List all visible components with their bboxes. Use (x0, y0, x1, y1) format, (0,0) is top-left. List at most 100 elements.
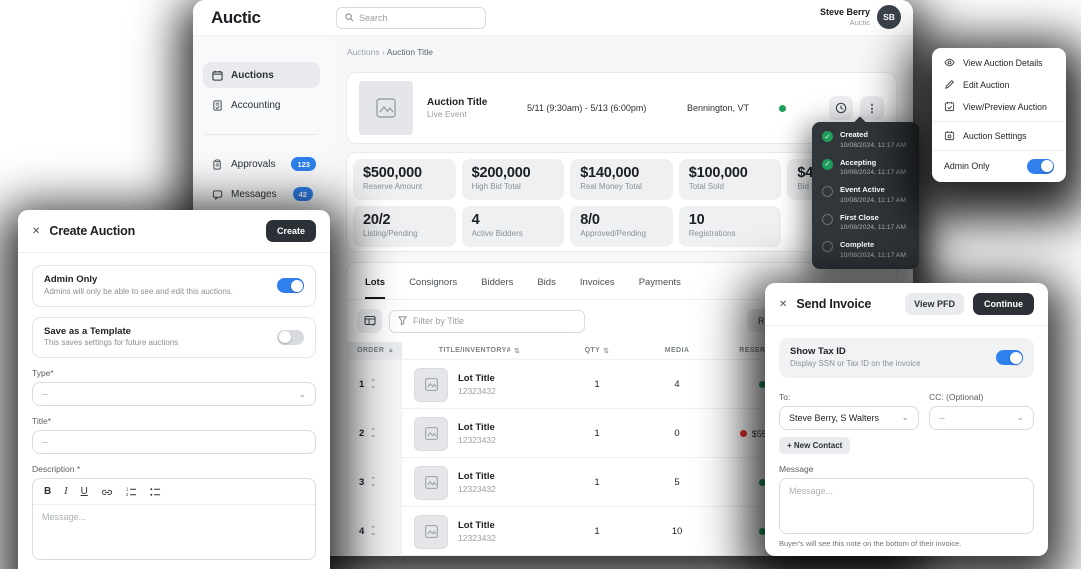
type-select[interactable]: --⌄ (32, 382, 316, 406)
auction-title: Auction Title (427, 96, 527, 109)
bold-button[interactable]: B (44, 486, 51, 497)
col-order[interactable]: ORDER▲ (347, 342, 402, 359)
sidebar-item-messages[interactable]: Messages 42 (203, 181, 320, 207)
ledger-icon (212, 100, 223, 111)
underline-button[interactable]: U (81, 486, 88, 497)
kebab-menu-button[interactable]: ⋮ (860, 96, 884, 120)
calendar-icon (212, 70, 223, 81)
check-circle-icon: ✓ (822, 159, 833, 170)
menu-item-auction-settings[interactable]: Auction Settings (932, 125, 1066, 147)
title-label: Title* (32, 416, 316, 426)
view-pfd-button[interactable]: View PFD (905, 293, 964, 315)
lot-media: 10 (637, 526, 717, 537)
message-label: Message (779, 464, 1034, 474)
sort-icon: ▲ (387, 347, 394, 354)
timeline-item: Complete10/08/2024, 11:17 AM (822, 240, 909, 261)
lot-inventory: 12323432 (458, 435, 496, 445)
chat-icon (212, 189, 223, 200)
save-template-toggle[interactable] (277, 330, 304, 345)
timeline-item: First Close10/08/2024, 11:17 AM (822, 213, 909, 234)
approvals-count-badge: 123 (291, 157, 316, 171)
menu-item-view-preview-auction[interactable]: View/Preview Auction (932, 96, 1066, 118)
tab-bidders[interactable]: Bidders (481, 277, 513, 299)
order-stepper[interactable]: ⌃⌄ (370, 381, 376, 389)
title-input[interactable] (32, 430, 316, 454)
breadcrumb-separator: › (382, 47, 385, 57)
funnel-icon (398, 312, 407, 330)
tab-consignors[interactable]: Consignors (409, 277, 457, 299)
to-label: To: (779, 392, 919, 402)
close-icon[interactable]: ✕ (779, 299, 787, 310)
sidebar-item-label: Approvals (231, 159, 275, 170)
search-box[interactable] (336, 7, 486, 29)
sidebar-item-label: Accounting (231, 100, 280, 111)
col-media[interactable]: MEDIA (637, 342, 717, 359)
eye-icon (944, 57, 955, 70)
auction-location: Bennington, VT (687, 103, 749, 113)
menu-admin-only-row: Admin Only (932, 154, 1066, 178)
user-menu[interactable]: Steve Berry Auctic SB (820, 5, 901, 29)
page: Auctic Steve Berry Auctic SB Auct (0, 0, 1081, 569)
sidebar-item-accounting[interactable]: Accounting (203, 92, 320, 118)
auction-subtitle: Live Event (427, 109, 527, 120)
invoice-message-textarea[interactable] (779, 478, 1034, 534)
app-logo: Auctic (211, 8, 261, 28)
lot-qty: 1 (557, 526, 637, 537)
admin-only-toggle[interactable] (1027, 159, 1054, 174)
richtext-toolbar: B I U 12 (33, 479, 315, 505)
lot-qty: 1 (557, 477, 637, 488)
stat-approved-pending: 8/0Approved/Pending (570, 206, 673, 247)
lot-title: Lot Title (458, 520, 496, 533)
order-stepper[interactable]: ⌃⌄ (370, 479, 376, 487)
col-qty[interactable]: QTY⇅ (557, 342, 637, 359)
tab-bids[interactable]: Bids (537, 277, 555, 299)
auction-image-placeholder (359, 81, 413, 135)
order-stepper[interactable]: ⌃⌄ (370, 430, 376, 438)
filter-box[interactable] (389, 310, 585, 333)
cc-select[interactable]: --⌄ (929, 406, 1034, 430)
column-settings-button[interactable] (357, 309, 382, 333)
new-contact-button[interactable]: + New Contact (779, 437, 850, 454)
lot-image-placeholder (414, 515, 448, 549)
create-button[interactable]: Create (266, 220, 316, 242)
timeline-clock-button[interactable] (829, 96, 853, 120)
to-select[interactable]: Steve Berry, S Walters⌄ (779, 406, 919, 430)
lot-media: 0 (637, 428, 717, 439)
description-editor: B I U 12 (32, 478, 316, 560)
close-icon[interactable]: ✕ (32, 226, 40, 237)
stat-active-bidders: 4Active Bidders (462, 206, 565, 247)
filter-input[interactable] (413, 316, 553, 326)
lot-qty: 1 (557, 428, 637, 439)
search-input[interactable] (359, 13, 459, 23)
menu-item-view-auction-details[interactable]: View Auction Details (932, 52, 1066, 74)
status-timeline-popup: ✓ Created10/08/2024, 11:17 AM ✓ Acceptin… (812, 122, 919, 269)
ordered-list-button[interactable]: 12 (126, 487, 137, 497)
menu-divider (932, 121, 1066, 122)
description-textarea[interactable] (33, 505, 315, 559)
sidebar-item-approvals[interactable]: Approvals 123 (203, 151, 320, 177)
calendar-check-icon (944, 101, 955, 114)
link-button[interactable] (101, 487, 113, 497)
timeline-item: ✓ Accepting10/08/2024, 11:17 AM (822, 158, 909, 179)
menu-item-edit-auction[interactable]: Edit Auction (932, 74, 1066, 96)
check-circle-icon: ✓ (822, 131, 833, 142)
sidebar-item-auctions[interactable]: Auctions (203, 62, 320, 88)
bullet-list-button[interactable] (150, 487, 161, 497)
col-title-inventory[interactable]: TITLE/INVENTORY#⇅ (402, 342, 557, 359)
admin-only-toggle[interactable] (277, 278, 304, 293)
sidebar-item-label: Auctions (231, 70, 274, 81)
italic-button[interactable]: I (64, 486, 67, 497)
lot-image-placeholder (414, 417, 448, 451)
tab-payments[interactable]: Payments (639, 277, 681, 299)
breadcrumb-parent[interactable]: Auctions (347, 47, 380, 57)
order-stepper[interactable]: ⌃⌄ (370, 528, 376, 536)
continue-button[interactable]: Continue (973, 293, 1034, 315)
clipboard-icon (212, 159, 223, 170)
topbar: Auctic Steve Berry Auctic SB (193, 0, 913, 36)
sort-icon: ⇅ (603, 347, 609, 355)
stat-reserve-amount: $500,000Reserve Amount (353, 159, 456, 200)
avatar[interactable]: SB (877, 5, 901, 29)
tab-invoices[interactable]: Invoices (580, 277, 615, 299)
tab-lots[interactable]: Lots (365, 277, 385, 299)
show-tax-id-toggle[interactable] (996, 350, 1023, 365)
